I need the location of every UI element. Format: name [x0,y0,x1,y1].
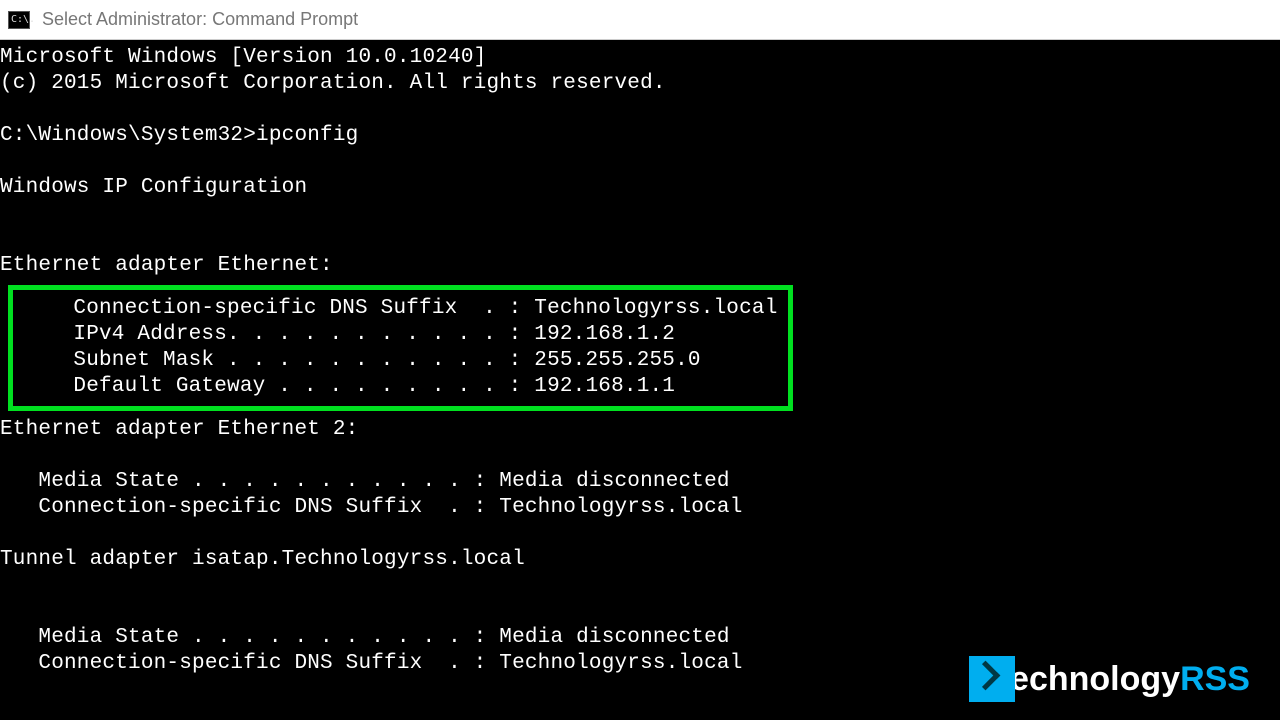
blank [0,573,793,599]
window-title: Select Administrator: Command Prompt [42,9,358,30]
highlighted-adapter1-box: Connection-specific DNS Suffix . : Techn… [8,285,793,411]
tunnel-dns-suffix: Connection-specific DNS Suffix . : Techn… [0,651,793,677]
ipconfig-header: Windows IP Configuration [0,175,793,201]
adapter1-subnet: Subnet Mask . . . . . . . . . . . : 255.… [35,348,778,374]
prompt-line: C:\Windows\System32>ipconfig [0,123,793,149]
blank [0,521,793,547]
terminal-content: Microsoft Windows [Version 10.0.10240] (… [0,45,793,677]
adapter2-dns-suffix: Connection-specific DNS Suffix . : Techn… [0,495,793,521]
banner-copyright: (c) 2015 Microsoft Corporation. All righ… [0,71,793,97]
adapter1-dns-suffix: Connection-specific DNS Suffix . : Techn… [35,296,778,322]
watermark-arrow-icon [969,656,1015,702]
adapter1-header: Ethernet adapter Ethernet: [0,253,793,279]
blank [0,201,793,227]
blank [0,227,793,253]
cmd-icon-text: C:\. [11,15,35,25]
blank [0,599,793,625]
blank [0,97,793,123]
blank [0,443,793,469]
adapter1-ipv4: IPv4 Address. . . . . . . . . . . : 192.… [35,322,778,348]
adapter1-gateway: Default Gateway . . . . . . . . . : 192.… [35,374,778,400]
adapter2-header: Ethernet adapter Ethernet 2: [0,417,793,443]
banner-version: Microsoft Windows [Version 10.0.10240] [0,45,793,71]
blank [0,149,793,175]
watermark-logo: echnologyRSS [969,656,1250,702]
watermark-text-part2: RSS [1180,660,1250,698]
terminal-area[interactable]: Microsoft Windows [Version 10.0.10240] (… [0,40,1280,720]
tunnel-header: Tunnel adapter isatap.Technologyrss.loca… [0,547,793,573]
watermark-text: echnologyRSS [1010,666,1250,692]
watermark-text-part1: echnology [1010,660,1180,698]
cmd-icon: C:\. [8,11,30,29]
adapter2-media-state: Media State . . . . . . . . . . . : Medi… [0,469,793,495]
window-titlebar[interactable]: C:\. Select Administrator: Command Promp… [0,0,1280,40]
tunnel-media-state: Media State . . . . . . . . . . . : Medi… [0,625,793,651]
